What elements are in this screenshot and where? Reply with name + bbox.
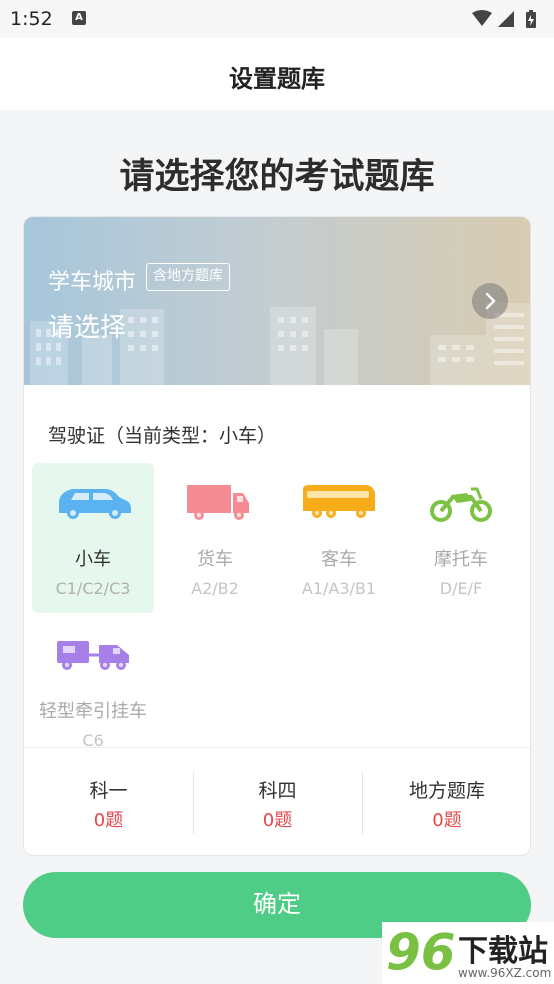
vehicle-name: 货车 — [197, 549, 233, 570]
city-label: 学车城市 — [48, 270, 137, 295]
vehicle-name: 轻型牵引挂车 — [39, 701, 147, 722]
chevron-right-icon[interactable] — [472, 283, 508, 319]
bank-label: 科四 — [258, 780, 297, 802]
bank-count: 0题 — [93, 810, 124, 831]
vehicle-code: A1/A3/B1 — [301, 579, 377, 598]
page-title: 设置题库 — [229, 65, 325, 93]
motorcycle-icon — [430, 487, 492, 522]
vehicle-option-car[interactable]: 小车 C1/C2/C3 — [32, 463, 154, 613]
vehicle-code: D/E/F — [439, 579, 483, 598]
watermark-logo: 96 — [386, 923, 456, 981]
local-bank-tag: 含地方题库 — [146, 263, 230, 291]
vehicle-code: C1/C2/C3 — [55, 579, 131, 598]
app-header: 设置题库 — [0, 38, 554, 110]
notification-icon: A — [72, 11, 86, 25]
bank-count: 0题 — [262, 810, 293, 831]
wifi-icon — [472, 10, 492, 26]
vehicle-option-motorcycle[interactable]: 摩托车 D/E/F — [400, 463, 522, 613]
bank-label: 地方题库 — [408, 780, 485, 802]
vehicle-code: A2/B2 — [191, 579, 239, 598]
vehicle-name: 客车 — [321, 549, 357, 570]
city-selector-banner[interactable]: 学车城市 含地方题库 请选择 — [24, 217, 530, 385]
status-indicators — [470, 9, 544, 29]
bank-subject-one[interactable]: 科一 0题 — [24, 748, 193, 855]
status-bar: 1:52 A — [0, 0, 554, 38]
bus-icon — [303, 485, 375, 518]
question-bank-summary: 科一 0题 科四 0题 地方题库 0题 — [24, 747, 530, 855]
page-heading: 请选择您的考试题库 — [119, 157, 435, 197]
vehicle-name: 小车 — [75, 549, 111, 570]
bank-subject-four[interactable]: 科四 0题 — [193, 748, 362, 855]
city-skyline-illustration — [30, 303, 530, 385]
bank-label: 科一 — [89, 780, 128, 802]
city-select-prompt[interactable]: 请选择 — [48, 307, 126, 344]
vehicle-name: 摩托车 — [434, 549, 488, 570]
exam-bank-card: 学车城市 含地方题库 请选择 驾驶证（当前类型：小车） 小车 C1/C2/C3 … — [23, 216, 531, 856]
car-icon — [59, 489, 131, 519]
trailer-icon — [57, 641, 129, 670]
truck-icon — [187, 485, 249, 520]
vehicle-option-truck[interactable]: 货车 A2/B2 — [154, 463, 276, 613]
signal-icon — [498, 11, 514, 27]
site-watermark: 96 下载站 www.96XZ.com — [382, 922, 554, 984]
battery-icon — [526, 10, 536, 28]
watermark-text: 下载站 — [458, 934, 548, 969]
bank-local[interactable]: 地方题库 0题 — [362, 748, 530, 855]
watermark-url: www.96XZ.com — [458, 966, 552, 980]
vehicle-option-trailer[interactable]: 轻型牵引挂车 C6 — [32, 615, 154, 765]
vehicle-option-bus[interactable]: 客车 A1/A3/B1 — [278, 463, 400, 613]
status-time: 1:52 — [10, 8, 53, 30]
bank-count: 0题 — [432, 810, 462, 831]
license-type-title: 驾驶证（当前类型：小车） — [48, 425, 277, 447]
